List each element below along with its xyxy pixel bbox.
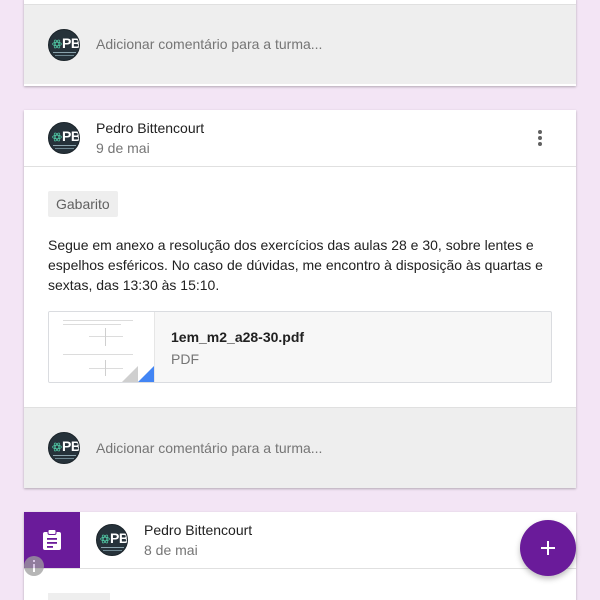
topic-chip-partial <box>48 593 110 600</box>
stream-card-assignment[interactable]: PB Pedro Bittencourt 8 de mai <box>24 512 576 600</box>
post-date[interactable]: 9 de mai <box>96 140 150 156</box>
avatar: PB <box>48 29 80 61</box>
info-icon[interactable] <box>24 556 44 576</box>
attachment-name[interactable]: 1em_m2_a28-30.pdf <box>171 329 304 345</box>
atom-icon <box>52 442 62 452</box>
comment-bar[interactable]: PB Adicionar comentário para a turma... <box>24 4 576 84</box>
header-divider <box>24 166 576 167</box>
comment-input[interactable]: Adicionar comentário para a turma... <box>96 440 322 456</box>
assignment-icon <box>43 529 61 550</box>
stream-card-previous: PB Adicionar comentário para a turma... <box>24 0 576 86</box>
avatar: PB <box>48 432 80 464</box>
post-author[interactable]: Pedro Bittencourt <box>96 120 204 136</box>
author-avatar[interactable]: PB <box>96 524 128 556</box>
stream-card-post: PB Pedro Bittencourt 9 de mai Gabarito S… <box>24 110 576 488</box>
atom-icon <box>52 132 62 142</box>
avatar-initials: PB <box>62 35 80 51</box>
pdf-thumbnail <box>49 312 155 382</box>
post-author[interactable]: Pedro Bittencourt <box>144 522 252 538</box>
topic-chip[interactable]: Gabarito <box>48 191 118 217</box>
avatar-initials: PB <box>62 128 80 144</box>
pdf-corner-icon <box>138 366 154 382</box>
atom-icon <box>100 534 110 544</box>
comment-input[interactable]: Adicionar comentário para a turma... <box>96 36 322 52</box>
atom-icon <box>52 39 62 49</box>
header-divider <box>24 568 576 569</box>
avatar-initials: PB <box>62 438 80 454</box>
comment-bar[interactable]: PB Adicionar comentário para a turma... <box>24 407 576 488</box>
attachment-type: PDF <box>171 351 199 367</box>
post-date[interactable]: 8 de mai <box>144 542 198 558</box>
author-avatar[interactable]: PB <box>48 122 80 154</box>
create-button[interactable] <box>520 520 576 576</box>
avatar-initials: PB <box>110 530 128 546</box>
post-body: Segue em anexo a resolução dos exercício… <box>48 237 543 293</box>
attachment-card[interactable]: 1em_m2_a28-30.pdf PDF <box>48 311 552 383</box>
more-vert-icon[interactable] <box>534 128 546 148</box>
